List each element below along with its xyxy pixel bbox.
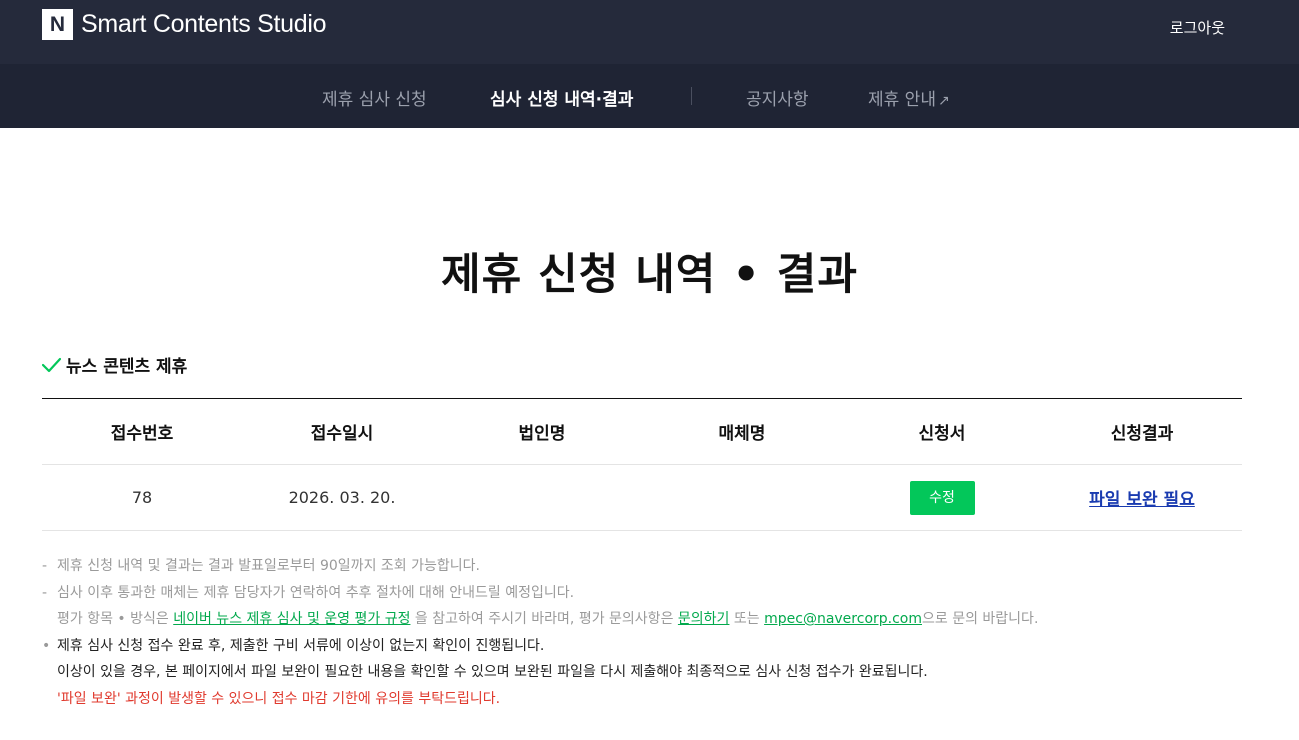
brand[interactable]: N Smart Contents Studio	[42, 9, 327, 40]
notice-list: - 제휴 신청 내역 및 결과는 결과 발표일로부터 90일까지 조회 가능합니…	[42, 553, 1242, 712]
nav-item-history-result[interactable]: 심사 신청 내역·결과	[490, 85, 633, 110]
cell-receipt-date: 2026. 03. 20.	[288, 488, 396, 507]
col-media: 매체명	[718, 424, 766, 444]
table-header-row: 접수번호 접수일시 법인명 매체명 신청서 신청결과	[42, 398, 1242, 465]
note-text: 이상이 있을 경우, 본 페이지에서 파일 보완이 필요한 내용을 확인할 수 …	[57, 664, 928, 680]
note-bullet: •	[42, 637, 51, 654]
note-text: '파일 보완' 과정이 발생할 수 있으니 접수 마감 기한에 유의를 부탁드립…	[57, 690, 501, 707]
note-text: 제휴 심사 신청 접수 완료 후, 제출한 구비 서류에 이상이 없는지 확인이…	[57, 637, 545, 654]
note-text: 을 참고하여 주시기 바라며, 평가 문의사항은	[410, 611, 678, 627]
nav-item-guide-label: 제휴 안내	[868, 90, 936, 110]
nav-item-notice[interactable]: 공지사항	[746, 85, 809, 110]
cell-receipt-no: 78	[131, 488, 153, 507]
nav-item-apply-review[interactable]: 제휴 심사 신청	[322, 85, 427, 110]
logout-link[interactable]: 로그아웃	[1170, 17, 1225, 38]
note-evaluation: 평가 항목 • 방식은 네이버 뉴스 제휴 심사 및 운영 평가 규정 을 참고…	[42, 606, 1242, 633]
brand-name: Smart Contents Studio	[81, 10, 327, 38]
application-table: 접수번호 접수일시 법인명 매체명 신청서 신청결과 78 2026. 03. …	[42, 398, 1242, 531]
section-label: 뉴스 콘텐츠 제휴	[66, 357, 188, 377]
cell-application: 수정	[842, 480, 1042, 515]
main-nav: 제휴 심사 신청 심사 신청 내역·결과 공지사항 제휴 안내 ↗	[0, 64, 1299, 128]
inquiry-link[interactable]: 문의하기	[678, 611, 730, 627]
col-receipt-date: 접수일시	[310, 424, 374, 444]
edit-application-button[interactable]: 수정	[909, 480, 975, 515]
section-header: 뉴스 콘텐츠 제휴	[42, 352, 187, 377]
col-corporation: 법인명	[518, 424, 566, 444]
note-document-check: • 제휴 심사 신청 접수 완료 후, 제출한 구비 서류에 이상이 없는지 확…	[42, 633, 1242, 660]
nav-divider	[691, 87, 692, 105]
page-title: 제휴 신청 내역 • 결과	[441, 250, 858, 300]
note-bullet: -	[42, 558, 48, 574]
check-icon	[42, 357, 61, 372]
file-supplement-link[interactable]: 파일 보완 필요	[1089, 490, 1195, 510]
note-deadline-warning: '파일 보완' 과정이 발생할 수 있으니 접수 마감 기한에 유의를 부탁드립…	[42, 686, 1242, 713]
note-text: 심사 이후 통과한 매체는 제휴 담당자가 연락하여 추후 절차에 대해 안내드…	[57, 584, 575, 601]
nav-item-guide[interactable]: 제휴 안내 ↗	[868, 85, 950, 110]
cell-result: 파일 보완 필요	[1042, 485, 1242, 510]
col-result: 신청결과	[1110, 424, 1174, 444]
naver-logo-icon: N	[42, 9, 73, 40]
note-supplement: 이상이 있을 경우, 본 페이지에서 파일 보완이 필요한 내용을 확인할 수 …	[42, 659, 1242, 686]
note-contact: - 심사 이후 통과한 매체는 제휴 담당자가 연락하여 추후 절차에 대해 안…	[42, 580, 1242, 607]
note-retention: - 제휴 신청 내역 및 결과는 결과 발표일로부터 90일까지 조회 가능합니…	[42, 553, 1242, 580]
col-receipt-no: 접수번호	[110, 424, 174, 444]
external-link-icon: ↗	[937, 93, 950, 109]
note-text: 으로 문의 바랍니다.	[922, 611, 1039, 627]
note-text: 또는	[729, 611, 765, 627]
col-application: 신청서	[918, 424, 966, 444]
evaluation-rules-link[interactable]: 네이버 뉴스 제휴 심사 및 운영 평가 규정	[173, 611, 410, 627]
note-text: 평가 항목 • 방식은	[57, 611, 174, 627]
email-link[interactable]: mpec@navercorp.com	[764, 611, 922, 627]
note-text: 제휴 신청 내역 및 결과는 결과 발표일로부터 90일까지 조회 가능합니다.	[57, 558, 480, 574]
note-bullet: -	[42, 584, 48, 601]
table-row: 78 2026. 03. 20. 수정 파일 보완 필요	[42, 465, 1242, 531]
top-header: N Smart Contents Studio 로그아웃	[0, 0, 1299, 64]
